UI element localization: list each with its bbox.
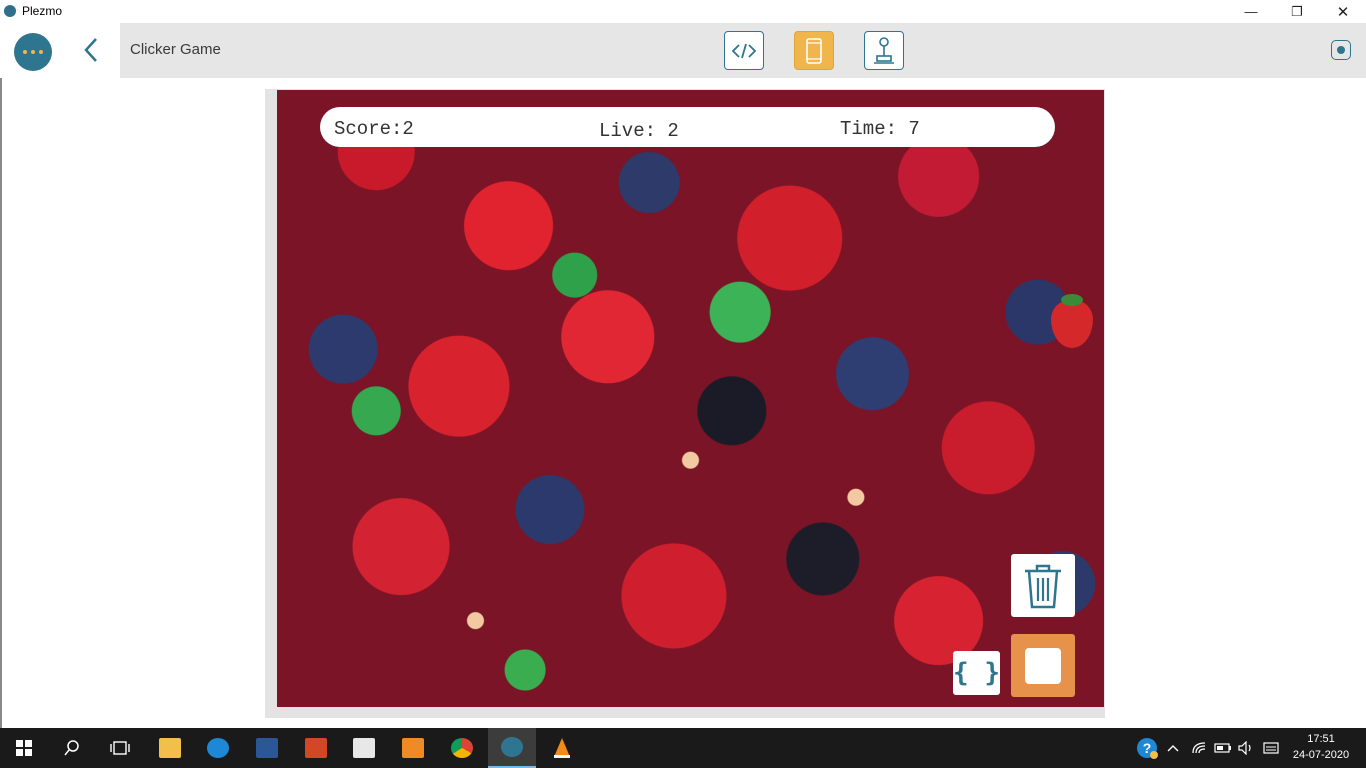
task-view-button[interactable] [96,728,144,768]
vlc-icon [554,738,570,758]
plezmo-icon [501,737,523,757]
restore-button[interactable]: ❐ [1274,0,1320,23]
close-button[interactable]: ✕ [1320,0,1366,23]
window-title: Plezmo [22,4,63,18]
device-mode-button[interactable] [794,31,834,70]
store-button[interactable] [340,728,388,768]
time-label: Time: 7 [840,118,920,140]
record-button[interactable] [1331,40,1351,60]
app-bar-left [0,23,120,78]
svg-text:?: ? [1143,740,1152,756]
chrome-icon [451,738,473,758]
edge-icon [207,738,229,758]
file-explorer-button[interactable] [146,728,194,768]
code-view-button[interactable]: { } [953,651,1000,695]
windows-start-button[interactable] [0,728,48,768]
battery-icon [1214,743,1231,753]
show-hidden-icons-button[interactable] [1164,728,1182,768]
record-dot-icon [1337,46,1345,54]
word-icon [256,738,278,758]
chevron-left-icon [84,38,97,62]
dot-icon [39,50,43,54]
volume-tray-icon[interactable] [1236,728,1256,768]
delete-button[interactable] [1011,554,1075,617]
battery-tray-icon[interactable] [1212,728,1234,768]
wifi-icon [1192,742,1206,754]
title-bar: Plezmo — ❐ ✕ [0,0,1366,23]
windows-logo-icon [16,740,32,756]
left-divider [0,78,2,728]
joystick-icon [874,36,894,64]
taskbar-clock[interactable]: 17:51 24-07-2020 [1288,731,1354,763]
task-view-icon [110,741,130,755]
folder-icon [159,738,181,758]
stop-icon [1025,647,1061,684]
strawberry-sprite[interactable] [1051,294,1093,348]
help-tray-icon[interactable]: ? [1134,728,1160,768]
media-player-button[interactable] [389,728,437,768]
speaker-icon [1238,741,1251,755]
chevron-up-icon [1167,745,1179,752]
edge-button[interactable] [194,728,242,768]
stop-button[interactable] [1011,634,1075,697]
chrome-button[interactable] [438,728,486,768]
score-label: Score:2 [334,118,414,140]
powerpoint-icon [305,738,327,758]
live-label: Live: 2 [599,120,679,142]
word-button[interactable] [243,728,291,768]
app-bar: Clicker Game [120,23,1366,78]
clock-date: 24-07-2020 [1292,749,1350,761]
help-icon: ? [1137,738,1158,759]
phone-icon [806,37,822,64]
taskbar: ? 17:51 24-07-2020 [0,728,1366,768]
store-icon [353,738,375,758]
minimize-button[interactable]: — [1228,0,1274,23]
menu-button[interactable] [14,33,52,71]
dot-icon [23,50,27,54]
powerpoint-button[interactable] [292,728,340,768]
search-button[interactable] [48,728,96,768]
code-mode-button[interactable] [724,31,764,70]
plezmo-taskbar-button[interactable] [488,728,536,768]
page-title: Clicker Game [130,41,221,58]
clock-time: 17:51 [1307,733,1335,745]
search-icon [64,740,79,756]
keyboard-tray-icon[interactable] [1260,728,1282,768]
back-button[interactable] [80,35,102,65]
vlc-button[interactable] [538,728,586,768]
score-bar: Score:2 Live: 2 Time: 7 [320,107,1055,147]
keyboard-icon [1263,742,1279,754]
trash-icon [1025,564,1061,608]
controller-mode-button[interactable] [864,31,904,70]
media-icon [402,738,424,758]
game-stage[interactable]: Score:2 Live: 2 Time: 7 { } [277,90,1104,707]
plezmo-logo-icon [4,5,16,17]
dot-icon [31,50,35,54]
code-icon [732,43,756,58]
wifi-tray-icon[interactable] [1188,728,1210,768]
